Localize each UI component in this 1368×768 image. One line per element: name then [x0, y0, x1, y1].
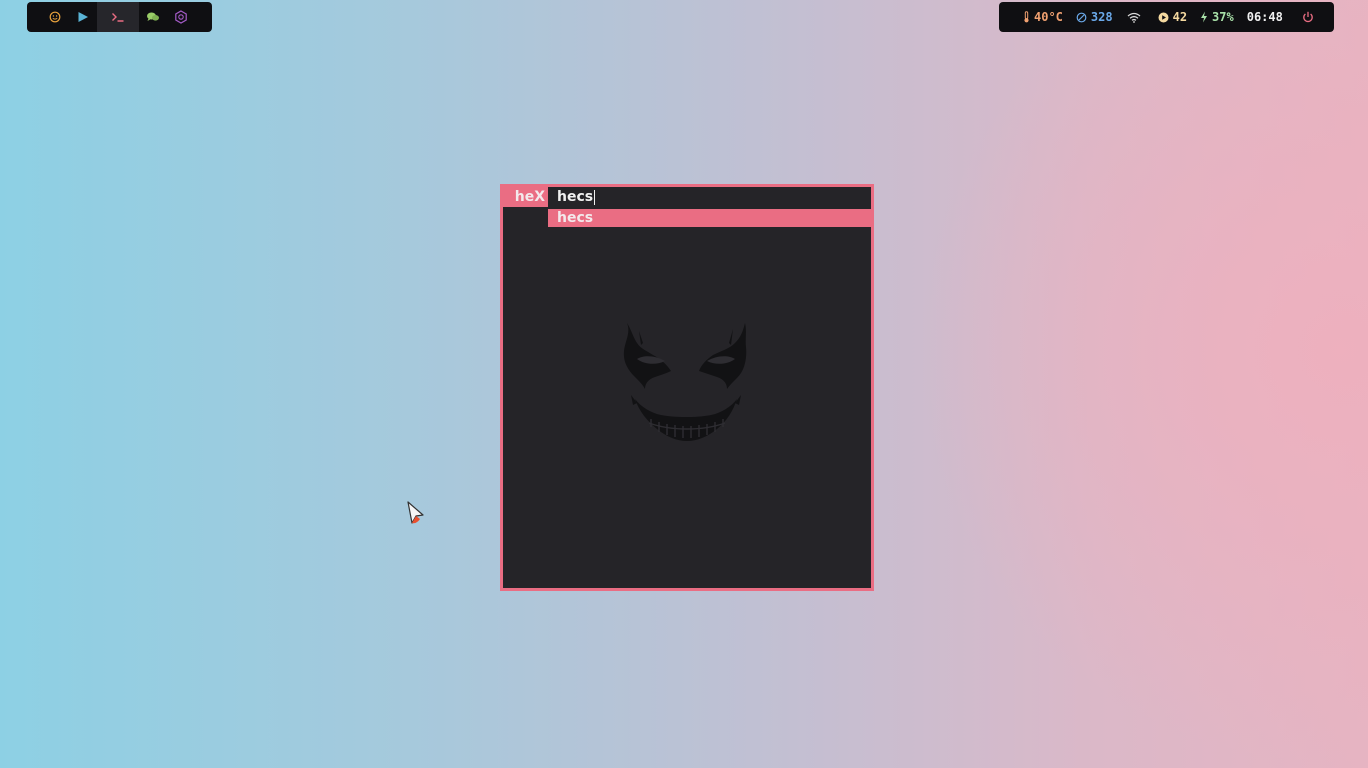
volume-module[interactable]: 42 [1158, 10, 1187, 24]
dock-item-chat[interactable] [139, 2, 167, 32]
clock-time: 06:48 [1246, 10, 1283, 24]
battery-value: 37% [1212, 10, 1234, 24]
emoji-face-icon [49, 11, 61, 23]
wifi-module[interactable] [1127, 12, 1145, 23]
dock-item-terminal[interactable] [97, 2, 139, 32]
dock-item-settings[interactable] [167, 2, 195, 32]
chat-bubbles-icon [147, 12, 159, 21]
launcher-input-text: hecs [557, 189, 594, 205]
updates-circle-icon [1076, 12, 1087, 22]
thermometer-icon [1024, 11, 1029, 23]
power-icon [1303, 11, 1313, 23]
app-launcher: heX hecs hecs [500, 184, 874, 591]
text-caret [594, 189, 596, 205]
dock-item-player[interactable] [69, 2, 97, 32]
mouse-cursor-icon [407, 501, 424, 524]
temperature-module[interactable]: 40°C [1023, 10, 1063, 24]
play-triangle-icon [78, 12, 88, 22]
hexagon-gear-icon [175, 10, 187, 24]
play-circle-icon [1158, 12, 1169, 22]
launcher-prompt-row: heX hecs [503, 187, 871, 207]
terminal-icon [112, 13, 124, 22]
updates-module[interactable]: 328 [1076, 10, 1113, 24]
dock-item-emoji[interactable] [41, 2, 69, 32]
status-bar: 40°C 328 42 37% 06:48 [999, 2, 1334, 32]
power-module[interactable] [1302, 11, 1318, 23]
launcher-result-item[interactable]: hecs [548, 209, 871, 227]
updates-count: 328 [1090, 10, 1113, 24]
launcher-search-input[interactable]: hecs [548, 187, 871, 207]
launcher-prompt-label: heX [503, 187, 548, 207]
clock-module[interactable]: 06:48 [1247, 10, 1283, 24]
grinning-face-wallpaper [623, 323, 747, 441]
lightning-bolt-icon [1201, 11, 1208, 23]
temperature-value: 40°C [1034, 10, 1063, 24]
app-dock [27, 2, 212, 32]
wifi-icon [1127, 12, 1141, 23]
battery-module[interactable]: 37% [1200, 10, 1234, 24]
volume-value: 42 [1172, 10, 1188, 24]
